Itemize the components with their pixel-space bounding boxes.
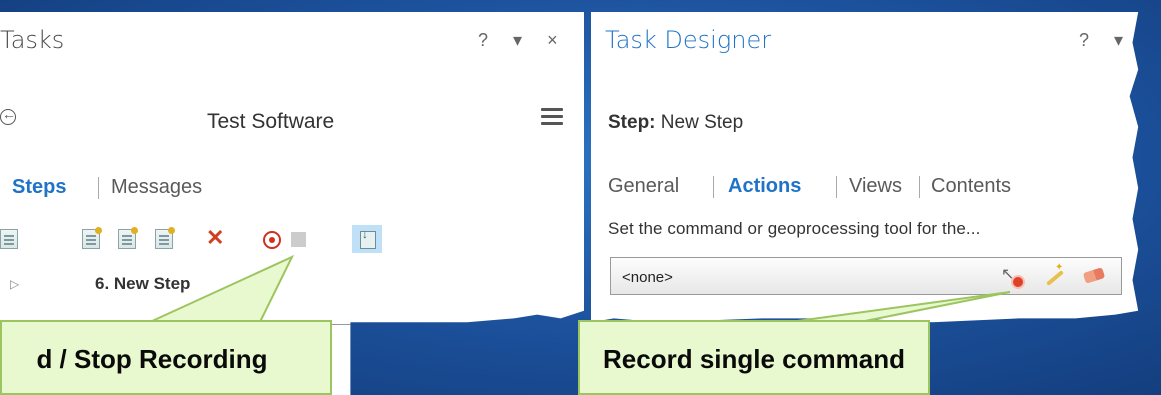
eraser-icon[interactable]: [1081, 266, 1107, 286]
hamburger-menu-icon[interactable]: [541, 108, 563, 129]
tab-actions[interactable]: Actions: [728, 175, 801, 198]
back-icon[interactable]: [0, 106, 16, 125]
tab-separator: [836, 176, 837, 198]
tasks-pane-title: Tasks: [0, 26, 65, 54]
task-item-icon[interactable]: [0, 229, 18, 249]
step-properties-icon[interactable]: [118, 227, 138, 249]
stop-recording-icon[interactable]: [291, 232, 306, 247]
step-list-item[interactable]: 6. New Step: [95, 274, 190, 294]
expander-icon[interactable]: ▷: [10, 277, 19, 291]
magic-wand-icon[interactable]: [1041, 262, 1067, 288]
tasks-pane-controls: ? ▾ ×: [470, 30, 564, 51]
help-button[interactable]: ?: [1079, 30, 1095, 51]
new-step-icon[interactable]: [82, 227, 102, 249]
command-field[interactable]: <none>: [610, 257, 1122, 295]
close-pane-button[interactable]: ×: [547, 30, 564, 51]
command-description: Set the command or geoprocessing tool fo…: [608, 219, 981, 238]
designer-pane-title: Task Designer: [605, 26, 772, 54]
callout-record-single-command: Record single command: [578, 320, 930, 395]
tab-steps[interactable]: Steps: [12, 176, 66, 199]
tab-separator: [713, 176, 714, 198]
help-button[interactable]: ?: [478, 30, 494, 51]
tab-general[interactable]: General: [608, 175, 679, 198]
record-command-icon[interactable]: [1001, 264, 1027, 288]
delete-step-icon[interactable]: ✕: [206, 225, 224, 251]
tab-separator: [98, 177, 99, 199]
tab-separator: [919, 176, 920, 198]
step-heading: Step: New Step: [608, 112, 743, 134]
pane-menu-button[interactable]: ▾: [513, 30, 528, 51]
callout-start-stop-recording: d / Stop Recording: [0, 320, 332, 395]
tab-messages[interactable]: Messages: [111, 176, 202, 199]
designer-pane-controls: ? ▾: [1071, 30, 1129, 51]
step-actions-icon[interactable]: [155, 227, 175, 249]
step-name: New Step: [660, 112, 744, 133]
start-recording-icon[interactable]: [263, 231, 281, 249]
step-prefix: Step:: [608, 112, 656, 133]
tab-contents[interactable]: Contents: [931, 175, 1011, 198]
task-name: Test Software: [207, 110, 335, 133]
insert-step-icon[interactable]: [352, 225, 382, 253]
tab-views[interactable]: Views: [849, 175, 902, 198]
command-value: <none>: [622, 269, 673, 286]
pane-menu-button[interactable]: ▾: [1114, 30, 1129, 51]
